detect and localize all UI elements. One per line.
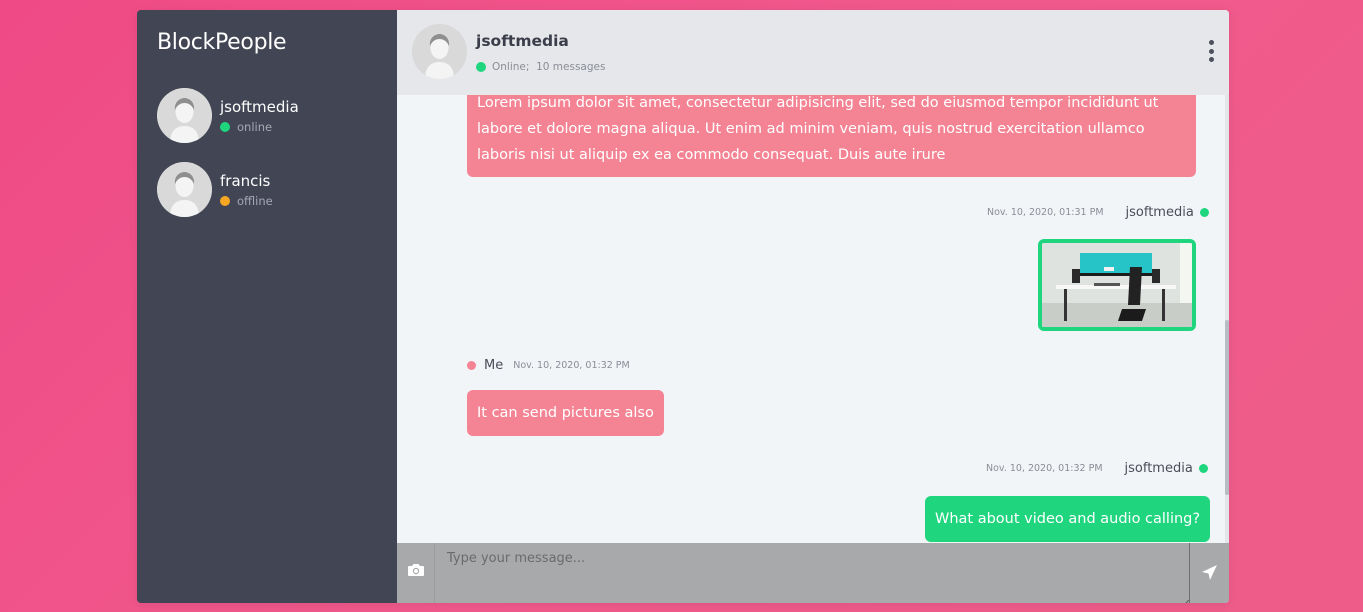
chat-app: BlockPeople jsoftmedia online francis of… <box>137 10 1229 603</box>
online-status-dot <box>220 121 230 132</box>
chat-partner-name: jsoftmedia <box>476 32 569 50</box>
user-avatar-icon <box>157 162 212 217</box>
contact-status: online <box>220 120 299 134</box>
message-sender: Me <box>484 358 504 373</box>
message-bubble: Lorem ipsum dolor sit amet, consectetur … <box>467 95 1196 177</box>
message-sender: jsoftmedia <box>1124 461 1193 476</box>
online-status-dot <box>476 62 486 72</box>
message-count: 10 messages <box>536 61 606 73</box>
message-meta: Me Nov. 10, 2020, 01:32 PM <box>467 358 630 373</box>
chat-partner-status: Online <box>492 61 526 73</box>
sidebar: BlockPeople jsoftmedia online francis of… <box>137 10 397 603</box>
message-meta: Nov. 10, 2020, 01:32 PM jsoftmedia <box>986 461 1208 476</box>
message-scrollbar[interactable] <box>1225 95 1229 543</box>
contact-status-label: online <box>237 119 273 134</box>
message-time: Nov. 10, 2020, 01:32 PM <box>513 360 630 371</box>
message-bubble: What about video and audio calling? <box>925 496 1211 542</box>
message-input[interactable] <box>434 543 1190 603</box>
message-time: Nov. 10, 2020, 01:31 PM <box>987 207 1104 218</box>
user-avatar-icon <box>157 88 212 143</box>
scrollbar-thumb[interactable] <box>1225 320 1229 495</box>
offline-status-dot <box>220 195 230 206</box>
message-composer <box>397 543 1229 603</box>
contact-jsoftmedia[interactable]: jsoftmedia online <box>157 88 377 143</box>
meta-separator: ; <box>525 61 530 73</box>
app-brand: BlockPeople <box>157 30 287 55</box>
online-status-dot <box>1198 464 1208 473</box>
sender-dot <box>467 361 476 370</box>
contact-status: offline <box>220 194 273 208</box>
vertical-dots-icon[interactable] <box>1203 40 1219 62</box>
contact-name: jsoftmedia <box>220 97 299 116</box>
chat-partner-meta: Online; 10 messages <box>476 61 605 73</box>
chat-panel: jsoftmedia Online; 10 messages Lorem ips… <box>397 10 1229 603</box>
desk-setup-photo[interactable] <box>1038 239 1196 331</box>
send-icon[interactable] <box>1199 563 1219 583</box>
contact-name: francis <box>220 171 271 190</box>
contact-francis[interactable]: francis offline <box>157 162 377 217</box>
contact-status-label: offline <box>237 193 273 208</box>
chat-header: jsoftmedia Online; 10 messages <box>397 10 1229 95</box>
camera-icon[interactable] <box>407 562 425 578</box>
message-time: Nov. 10, 2020, 01:32 PM <box>986 463 1103 474</box>
message-bubble: It can send pictures also <box>467 390 664 436</box>
message-meta: Nov. 10, 2020, 01:31 PM jsoftmedia <box>987 205 1209 220</box>
message-sender: jsoftmedia <box>1125 205 1194 220</box>
online-status-dot <box>1199 208 1209 217</box>
user-avatar-icon <box>412 24 467 79</box>
resize-grip-icon[interactable] <box>1180 593 1190 603</box>
message-list[interactable]: Lorem ipsum dolor sit amet, consectetur … <box>397 95 1229 543</box>
